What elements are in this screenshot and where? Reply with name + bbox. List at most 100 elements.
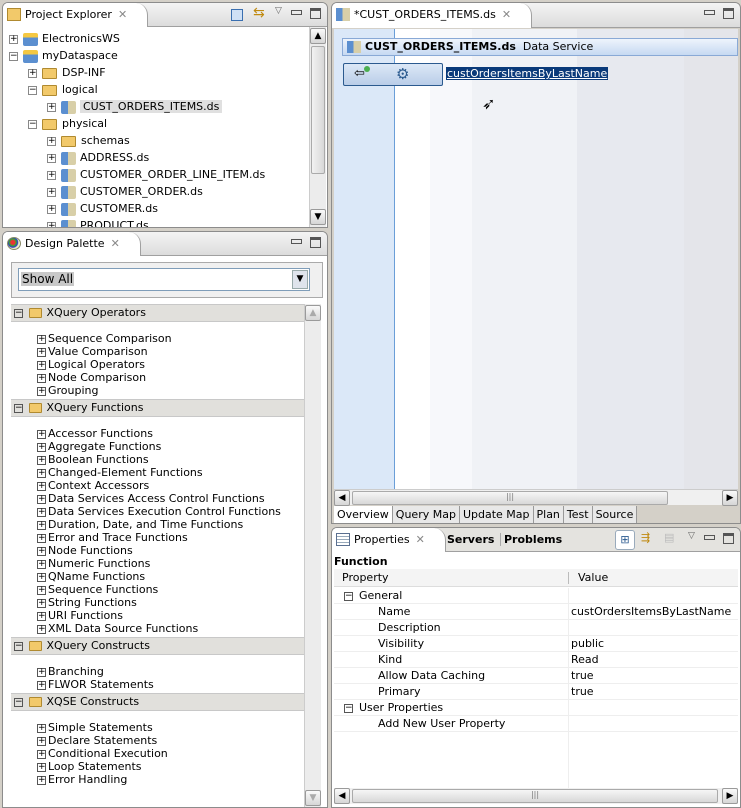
expand-icon[interactable]: + (37, 468, 46, 478)
collapse-icon[interactable]: − (14, 697, 23, 707)
minimize-icon[interactable] (704, 535, 715, 540)
scroll-left-button[interactable]: ◀ (334, 788, 350, 804)
expand-icon[interactable]: + (37, 373, 46, 383)
maximize-icon[interactable] (310, 237, 321, 248)
tree-item[interactable]: − physical (28, 115, 107, 132)
palette-item[interactable]: + Node Functions (37, 544, 133, 557)
palette-item[interactable]: + Declare Statements (37, 734, 157, 747)
tree-item[interactable]: + CUST_ORDERS_ITEMS.ds (47, 98, 223, 115)
palette-item[interactable]: + Sequence Comparison (37, 332, 172, 345)
collapse-icon[interactable]: − (28, 85, 37, 95)
property-row[interactable]: Primary true (334, 684, 738, 700)
expand-icon[interactable]: + (37, 386, 46, 396)
palette-item[interactable]: + Aggregate Functions (37, 440, 161, 453)
view-menu-icon[interactable]: ▽ (688, 531, 695, 541)
property-value[interactable]: custOrdersItemsByLastName (571, 604, 731, 620)
palette-item[interactable]: + Branching (37, 665, 104, 678)
tree-scrollbar[interactable]: ▲ ▼ (309, 27, 326, 227)
palette-item[interactable]: + Numeric Functions (37, 557, 150, 570)
scroll-up-button[interactable]: ▲ (310, 28, 326, 44)
palette-item[interactable]: + Data Services Execution Control Functio… (37, 505, 281, 518)
palette-item[interactable]: + Context Accessors (37, 479, 149, 492)
properties-hscrollbar[interactable]: ◀ ||| ▶ (334, 788, 738, 804)
expand-icon[interactable]: + (47, 136, 56, 146)
tab-properties[interactable]: Properties ✕ (332, 528, 446, 552)
collapse-icon[interactable]: − (14, 403, 23, 413)
tab-plan[interactable]: Plan (533, 506, 564, 523)
palette-group-xquery-functions[interactable]: − XQuery Functions (11, 399, 305, 417)
palette-item[interactable]: + Changed-Element Functions (37, 466, 203, 479)
palette-item[interactable]: + Boolean Functions (37, 453, 149, 466)
expand-icon[interactable]: + (37, 775, 46, 785)
tab-servers[interactable]: Servers (447, 533, 494, 546)
property-value[interactable]: Read (571, 652, 599, 668)
close-icon[interactable]: ✕ (502, 8, 511, 21)
maximize-icon[interactable] (310, 8, 321, 19)
palette-item[interactable]: + FLWOR Statements (37, 678, 154, 691)
palette-item[interactable]: + String Functions (37, 596, 137, 609)
tree-item[interactable]: + PRODUCT.ds (47, 217, 149, 227)
scroll-thumb[interactable]: ||| (352, 491, 668, 505)
maximize-icon[interactable] (723, 533, 734, 544)
tree-item[interactable]: + CUSTOMER.ds (47, 200, 158, 217)
expand-icon[interactable]: + (9, 34, 18, 44)
chevron-down-icon[interactable]: ▼ (292, 270, 308, 289)
palette-item[interactable]: + Accessor Functions (37, 427, 153, 440)
palette-item[interactable]: + Conditional Execution (37, 747, 168, 760)
palette-item[interactable]: + Error Handling (37, 773, 127, 786)
expand-icon[interactable]: + (37, 572, 46, 582)
scroll-left-button[interactable]: ◀ (334, 490, 350, 506)
expand-icon[interactable]: + (47, 102, 56, 112)
scroll-thumb[interactable] (311, 46, 325, 174)
expand-icon[interactable]: + (37, 481, 46, 491)
tab-test[interactable]: Test (563, 506, 593, 523)
expand-icon[interactable]: + (37, 533, 46, 543)
scroll-thumb[interactable]: ||| (352, 789, 718, 803)
expand-icon[interactable]: + (37, 736, 46, 746)
property-row[interactable]: Visibility public (334, 636, 738, 652)
palette-item[interactable]: + Logical Operators (37, 358, 145, 371)
function-name-link[interactable]: custOrdersItemsByLastName (446, 67, 609, 80)
expand-icon[interactable]: + (47, 153, 56, 163)
collapse-all-icon[interactable] (231, 9, 243, 21)
tab-update-map[interactable]: Update Map (459, 506, 534, 523)
palette-scrollbar[interactable]: ▲ ▼ (304, 304, 321, 807)
tree-item[interactable]: + ADDRESS.ds (47, 149, 149, 166)
collapse-icon[interactable]: − (344, 703, 353, 713)
scroll-down-button[interactable]: ▼ (310, 209, 326, 225)
close-icon[interactable]: ✕ (118, 8, 127, 21)
palette-item[interactable]: + Value Comparison (37, 345, 148, 358)
column-divider[interactable] (568, 572, 569, 584)
tab-problems[interactable]: Problems (500, 533, 562, 546)
close-icon[interactable]: ✕ (416, 533, 425, 546)
tree-item[interactable]: − logical (28, 81, 98, 98)
palette-item[interactable]: + Duration, Date, and Time Functions (37, 518, 243, 531)
expand-icon[interactable]: + (47, 221, 56, 227)
tab-overview[interactable]: Overview (334, 506, 393, 523)
property-row[interactable]: − General (334, 588, 738, 604)
expand-icon[interactable]: + (37, 360, 46, 370)
design-palette-tab[interactable]: Design Palette ✕ (3, 232, 141, 256)
show-advanced-icon[interactable]: ⇶ (641, 531, 650, 544)
property-row[interactable]: − User Properties (334, 700, 738, 716)
expand-icon[interactable]: + (37, 455, 46, 465)
expand-icon[interactable]: + (37, 749, 46, 759)
expand-icon[interactable]: + (37, 442, 46, 452)
property-value[interactable]: true (571, 668, 594, 684)
expand-icon[interactable]: + (47, 170, 56, 180)
scroll-right-button[interactable]: ▶ (722, 788, 738, 804)
palette-item[interactable]: + Grouping (37, 384, 99, 397)
property-row[interactable]: Add New User Property (334, 716, 738, 732)
minimize-icon[interactable] (704, 10, 715, 15)
tree-item[interactable]: + ElectronicsWS (9, 30, 120, 47)
expand-icon[interactable]: + (47, 187, 56, 197)
property-row[interactable]: Description (334, 620, 738, 636)
expand-icon[interactable]: + (37, 559, 46, 569)
link-with-editor-icon[interactable]: ⇆ (253, 5, 265, 21)
collapse-icon[interactable]: − (14, 641, 23, 651)
minimize-icon[interactable] (291, 239, 302, 244)
expand-icon[interactable]: + (37, 546, 46, 556)
show-categories-icon[interactable]: ⊞ (615, 530, 635, 550)
expand-icon[interactable]: + (28, 68, 37, 78)
tab-source[interactable]: Source (592, 506, 638, 523)
